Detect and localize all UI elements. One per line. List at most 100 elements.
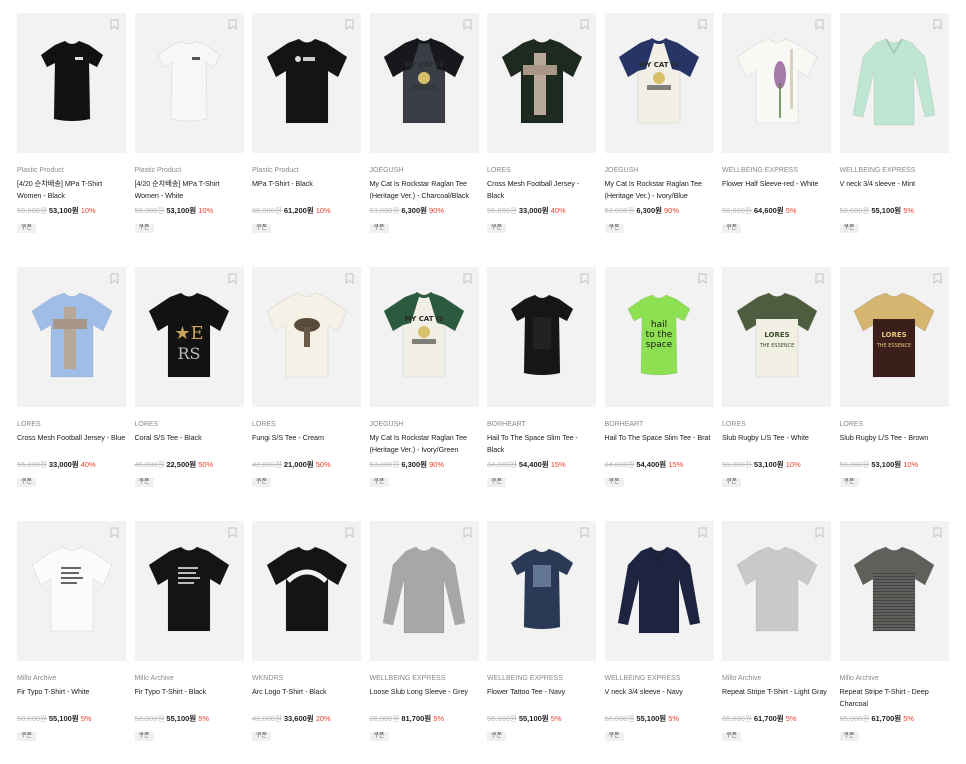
product-card[interactable]: MY CAT IS JOEGUSH My Cat Is Rockstar Rag… [604,13,714,263]
product-image[interactable]: MY CAT IS [369,267,479,407]
bookmark-icon[interactable] [228,527,237,538]
product-image[interactable] [487,267,596,407]
product-card[interactable]: LORES Cross Mesh Football Jersey - Blue … [17,267,126,517]
product-name[interactable]: Repeat Stripe T-Shirt - Deep Charcoal [840,686,949,709]
product-image[interactable] [839,521,949,661]
product-image[interactable] [134,521,244,661]
product-image[interactable] [369,521,479,661]
product-name[interactable]: V neck 3/4 sleeve - Mint [840,178,949,201]
product-brand[interactable]: Millo Archive [135,674,244,683]
product-name[interactable]: Repeat Stripe T-Shirt - Light Gray [722,686,831,709]
product-name[interactable]: My Cat Is Rockstar Raglan Tee (Heritage … [605,178,714,201]
product-card[interactable]: WELLBEING EXPRESS Flower Tattoo Tee - Na… [487,521,596,761]
product-name[interactable]: MPa T-Shirt - Black [252,178,361,201]
bookmark-icon[interactable] [345,19,354,30]
product-brand[interactable]: WELLBEING EXPRESS [605,674,714,683]
product-image[interactable] [487,13,596,153]
bookmark-icon[interactable] [815,527,824,538]
product-card[interactable]: Plastic Product [4/20 순차배송] MPa T-Shirt … [17,13,126,263]
bookmark-icon[interactable] [815,273,824,284]
product-name[interactable]: [4/20 순차배송] MPa T-Shirt Women - Black [17,178,126,201]
bookmark-icon[interactable] [580,527,589,538]
product-image[interactable] [252,13,361,153]
product-name[interactable]: Arc Logo T-Shirt - Black [252,686,361,709]
bookmark-icon[interactable] [933,527,942,538]
product-brand[interactable]: JOEGUSH [605,166,714,175]
product-brand[interactable]: LORES [252,420,361,429]
product-name[interactable]: Cross Mesh Football Jersey - Blue [17,432,126,455]
bookmark-icon[interactable] [463,19,472,30]
product-brand[interactable]: JOEGUSH [370,166,479,175]
product-card[interactable]: WELLBEING EXPRESS V neck 3/4 sleeve - Na… [604,521,714,761]
product-brand[interactable]: LORES [135,420,244,429]
product-image[interactable]: MY CAT IS [369,13,479,153]
bookmark-icon[interactable] [110,527,119,538]
product-name[interactable]: V neck 3/4 sleeve - Navy [605,686,714,709]
product-card[interactable]: hail to the space BORHEART Hail To The Spa… [604,267,714,517]
bookmark-icon[interactable] [698,527,707,538]
bookmark-icon[interactable] [228,273,237,284]
product-card[interactable]: WELLBEING EXPRESS Loose Slub Long Sleeve… [369,521,479,761]
product-name[interactable]: My Cat Is Rockstar Raglan Tee (Heritage … [370,178,479,201]
product-name[interactable]: Flower Half Sleeve-red - White [722,178,831,201]
bookmark-icon[interactable] [345,527,354,538]
bookmark-icon[interactable] [345,273,354,284]
product-brand[interactable]: JOEGUSH [370,420,479,429]
product-card[interactable]: Millo Archive Repeat Stripe T-Shirt - De… [839,521,949,761]
product-brand[interactable]: LORES [17,420,126,429]
product-card[interactable]: LORES THE ESSENCE LORES Slub Rugby L/S Te… [722,267,831,517]
product-card[interactable]: WKNDRS Arc Logo T-Shirt - Black 42,000원 3… [252,521,361,761]
product-image[interactable] [17,13,126,153]
product-name[interactable]: [4/20 순차배송] MPa T-Shirt Women - White [135,178,244,201]
product-brand[interactable]: WELLBEING EXPRESS [840,166,949,175]
bookmark-icon[interactable] [933,19,942,30]
product-image[interactable] [17,267,126,407]
bookmark-icon[interactable] [580,273,589,284]
product-brand[interactable]: WELLBEING EXPRESS [487,674,596,683]
bookmark-icon[interactable] [698,19,707,30]
bookmark-icon[interactable] [580,19,589,30]
product-card[interactable]: BORHEART Hail To The Space Slim Tee - Bl… [487,267,596,517]
product-image[interactable] [722,521,831,661]
product-name[interactable]: Fir Typo T-Shirt - White [17,686,126,709]
product-card[interactable]: WELLBEING EXPRESS Flower Half Sleeve-red… [722,13,831,263]
product-name[interactable]: My Cat Is Rockstar Raglan Tee (Heritage … [370,432,479,455]
product-image[interactable] [722,13,831,153]
product-brand[interactable]: Plastic Product [135,166,244,175]
product-name[interactable]: Hail To The Space Slim Tee - Black [487,432,596,455]
bookmark-icon[interactable] [933,273,942,284]
product-brand[interactable]: Millo Archive [17,674,126,683]
product-brand[interactable]: BORHEART [605,420,714,429]
product-name[interactable]: Flower Tattoo Tee - Navy [487,686,596,709]
product-image[interactable]: ★E RS [134,267,244,407]
product-image[interactable] [17,521,126,661]
product-name[interactable]: Hail To The Space Slim Tee - Brat [605,432,714,455]
product-card[interactable]: WELLBEING EXPRESS V neck 3/4 sleeve - Mi… [839,13,949,263]
product-brand[interactable]: WELLBEING EXPRESS [722,166,831,175]
bookmark-icon[interactable] [698,273,707,284]
product-card[interactable]: Millo Archive Repeat Stripe T-Shirt - Li… [722,521,831,761]
product-name[interactable]: Slub Rugby L/S Tee - Brown [840,432,949,455]
product-brand[interactable]: BORHEART [487,420,596,429]
product-brand[interactable]: WELLBEING EXPRESS [370,674,479,683]
product-card[interactable]: Plastic Product MPa T-Shirt - Black 68,0… [252,13,361,263]
bookmark-icon[interactable] [110,273,119,284]
bookmark-icon[interactable] [815,19,824,30]
product-name[interactable]: Loose Slub Long Sleeve - Grey [370,686,479,709]
product-brand[interactable]: LORES [840,420,949,429]
product-name[interactable]: Cross Mesh Football Jersey - Black [487,178,596,201]
product-image[interactable]: LORES THE ESSENCE [839,267,949,407]
product-brand[interactable]: LORES [487,166,596,175]
product-name[interactable]: Fungi S/S Tee - Cream [252,432,361,455]
product-brand[interactable]: Plastic Product [17,166,126,175]
bookmark-icon[interactable] [463,527,472,538]
bookmark-icon[interactable] [463,273,472,284]
product-card[interactable]: MY CAT IS JOEGUSH My Cat Is Rockstar Rag… [369,267,479,517]
product-image[interactable] [252,521,361,661]
product-brand[interactable]: Millo Archive [722,674,831,683]
product-name[interactable]: Coral S/S Tee - Black [135,432,244,455]
product-image[interactable] [604,521,714,661]
product-card[interactable]: ★E RS LORES Coral S/S Tee - Black 45,000원… [134,267,244,517]
bookmark-icon[interactable] [110,19,119,30]
product-name[interactable]: Fir Typo T-Shirt - Black [135,686,244,709]
